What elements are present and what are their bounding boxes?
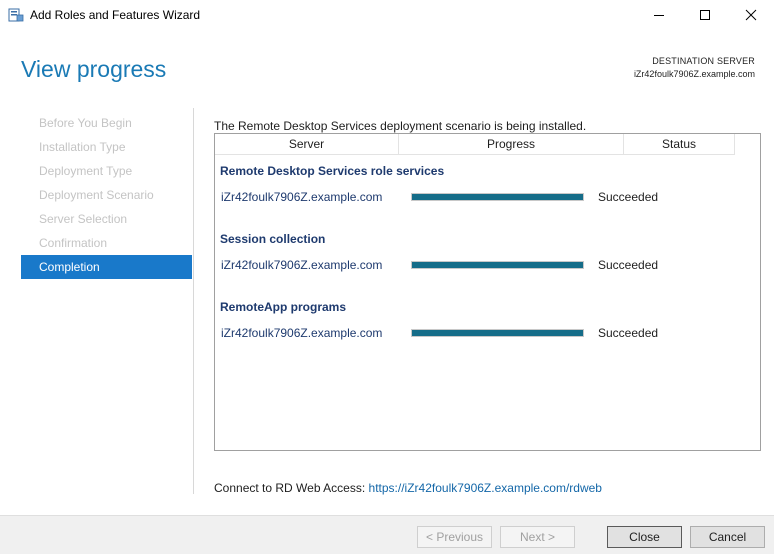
column-header-server[interactable]: Server: [215, 134, 399, 154]
row-status: Succeeded: [598, 326, 659, 340]
next-button[interactable]: Next >: [500, 526, 575, 548]
maximize-button[interactable]: [682, 0, 728, 30]
progress-bar: [411, 261, 584, 269]
wizard-footer: < Previous Next > Close Cancel: [0, 515, 774, 554]
progress-bar-fill: [412, 330, 583, 336]
destination-server-label: DESTINATION SERVER: [652, 56, 755, 66]
progress-bar-fill: [412, 262, 583, 268]
nav-item-server-selection: Server Selection: [39, 212, 128, 226]
minimize-button[interactable]: [636, 0, 682, 30]
nav-item-deployment-scenario: Deployment Scenario: [39, 188, 154, 202]
group-title: RemoteApp programs: [220, 300, 347, 314]
group-title: Session collection: [220, 232, 326, 246]
progress-grid: Server Progress Status Remote Desktop Se…: [214, 133, 761, 451]
wizard-navigation: Before You Begin Installation Type Deplo…: [21, 111, 192, 279]
row-status: Succeeded: [598, 190, 659, 204]
title-bar: Add Roles and Features Wizard: [0, 0, 774, 30]
column-header-progress[interactable]: Progress: [399, 134, 624, 154]
minimize-icon: [654, 15, 664, 16]
rd-web-access-link[interactable]: https://iZr42foulk7906Z.example.com/rdwe…: [369, 481, 602, 495]
nav-item-completion[interactable]: Completion: [21, 255, 192, 279]
destination-server-name: iZr42foulk7906Z.example.com: [633, 69, 755, 79]
progress-bar-fill: [412, 194, 583, 200]
intro-text: The Remote Desktop Services deployment s…: [214, 119, 587, 133]
close-icon: [745, 9, 757, 21]
column-header-status[interactable]: Status: [624, 134, 735, 154]
grid-header: Server Progress Status: [215, 134, 735, 155]
group-title: Remote Desktop Services role services: [220, 164, 445, 178]
previous-button[interactable]: < Previous: [417, 526, 492, 548]
row-server: iZr42foulk7906Z.example.com: [221, 258, 383, 272]
nav-item-before-you-begin: Before You Begin: [39, 116, 132, 130]
row-status: Succeeded: [598, 258, 659, 272]
close-window-button[interactable]: [728, 0, 774, 30]
row-server: iZr42foulk7906Z.example.com: [221, 326, 383, 340]
progress-bar: [411, 329, 584, 337]
nav-item-confirmation: Confirmation: [39, 236, 108, 250]
row-server: iZr42foulk7906Z.example.com: [221, 190, 383, 204]
nav-item-installation-type: Installation Type: [39, 140, 126, 154]
close-button[interactable]: Close: [607, 526, 682, 548]
maximize-icon: [700, 10, 710, 20]
nav-item-deployment-type: Deployment Type: [39, 164, 133, 178]
connect-rd-web-access: Connect to RD Web Access: https://iZr42f…: [214, 481, 602, 495]
cancel-button[interactable]: Cancel: [690, 526, 765, 548]
connect-label: Connect to RD Web Access:: [214, 481, 366, 495]
window-title: Add Roles and Features Wizard: [30, 8, 201, 22]
nav-divider: [193, 108, 194, 494]
page-title: View progress: [21, 56, 167, 82]
server-manager-icon: [8, 7, 24, 23]
progress-bar: [411, 193, 584, 201]
